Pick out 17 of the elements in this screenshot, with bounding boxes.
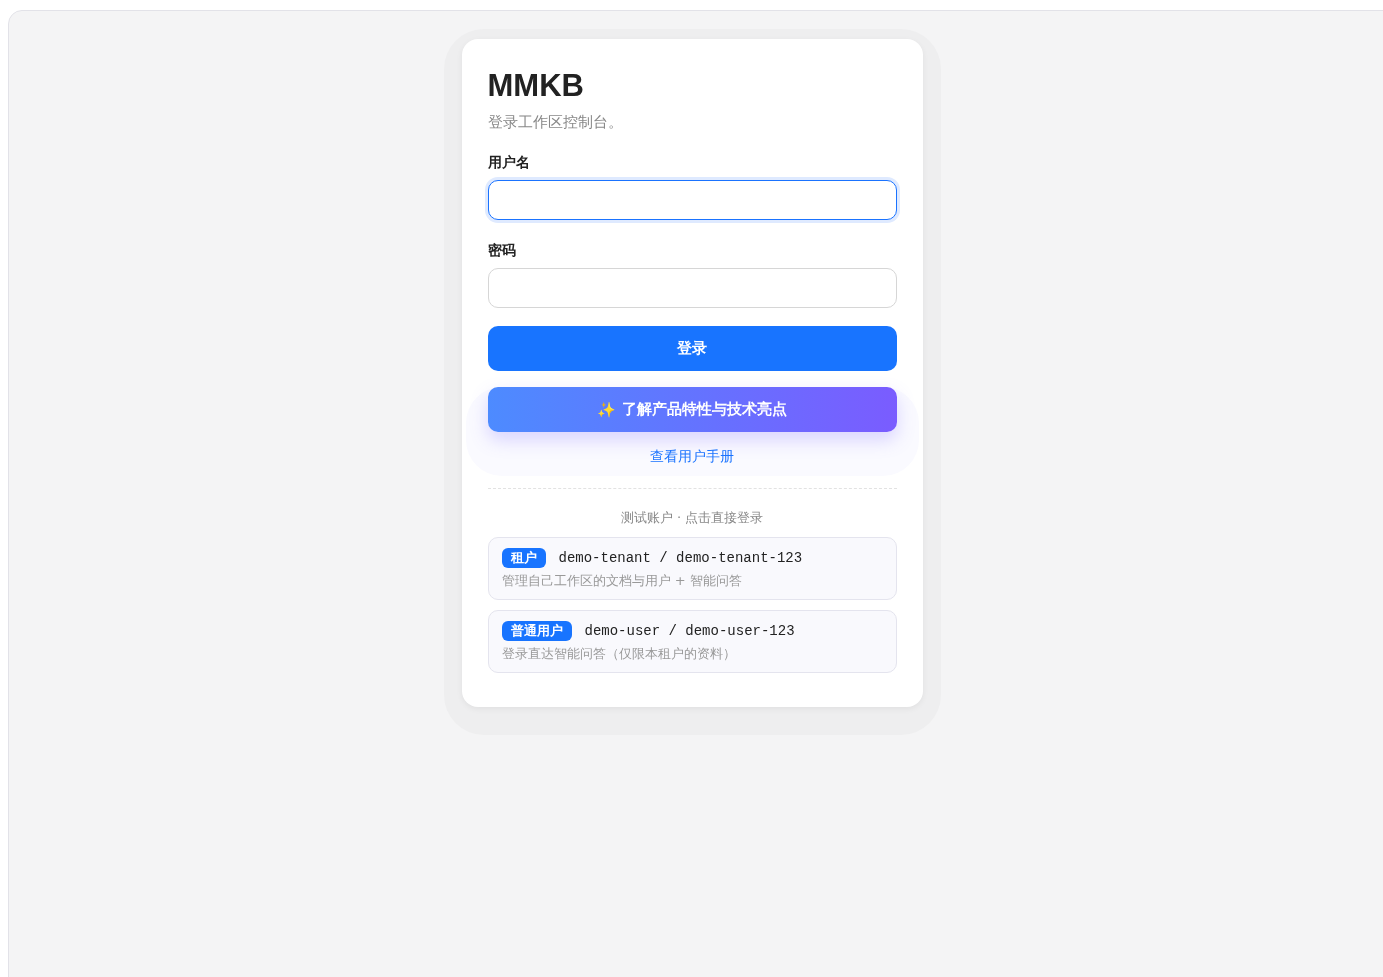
demo-account-card[interactable]: 普通用户 demo-user / demo-user-123 登录直达智能问答（仅限本租户的资料） — [487, 610, 897, 673]
role-tag: 普通用户 — [501, 621, 572, 641]
demo-heading: 测试账户 · 点击直接登录 — [619, 509, 765, 527]
brand-title: MMKB — [487, 67, 585, 105]
credentials: demo-user / demo-user-123 — [584, 623, 795, 639]
features-button[interactable]: ✨ 了解产品特性与技术亮点 — [487, 387, 897, 432]
manual-link[interactable]: 查看用户手册 — [650, 448, 734, 466]
demo-account-card[interactable]: 租户 demo-tenant / demo-tenant-123 管理自己工作区的文档与用户 + 智能问答 — [487, 537, 897, 600]
account-description: 登录直达智能问答（仅限本租户的资料） — [501, 645, 737, 663]
account-description: 管理自己工作区的文档与用户 + 智能问答 — [501, 572, 743, 590]
field-label: 密码 — [487, 242, 517, 260]
login-button[interactable]: 登录 — [487, 326, 897, 371]
credentials: demo-tenant / demo-tenant-123 — [558, 550, 803, 566]
input-field[interactable] — [487, 180, 897, 220]
subtitle: 登录工作区控制台。 — [487, 113, 624, 132]
field-label: 用户名 — [487, 154, 531, 172]
role-tag: 租户 — [501, 548, 546, 568]
